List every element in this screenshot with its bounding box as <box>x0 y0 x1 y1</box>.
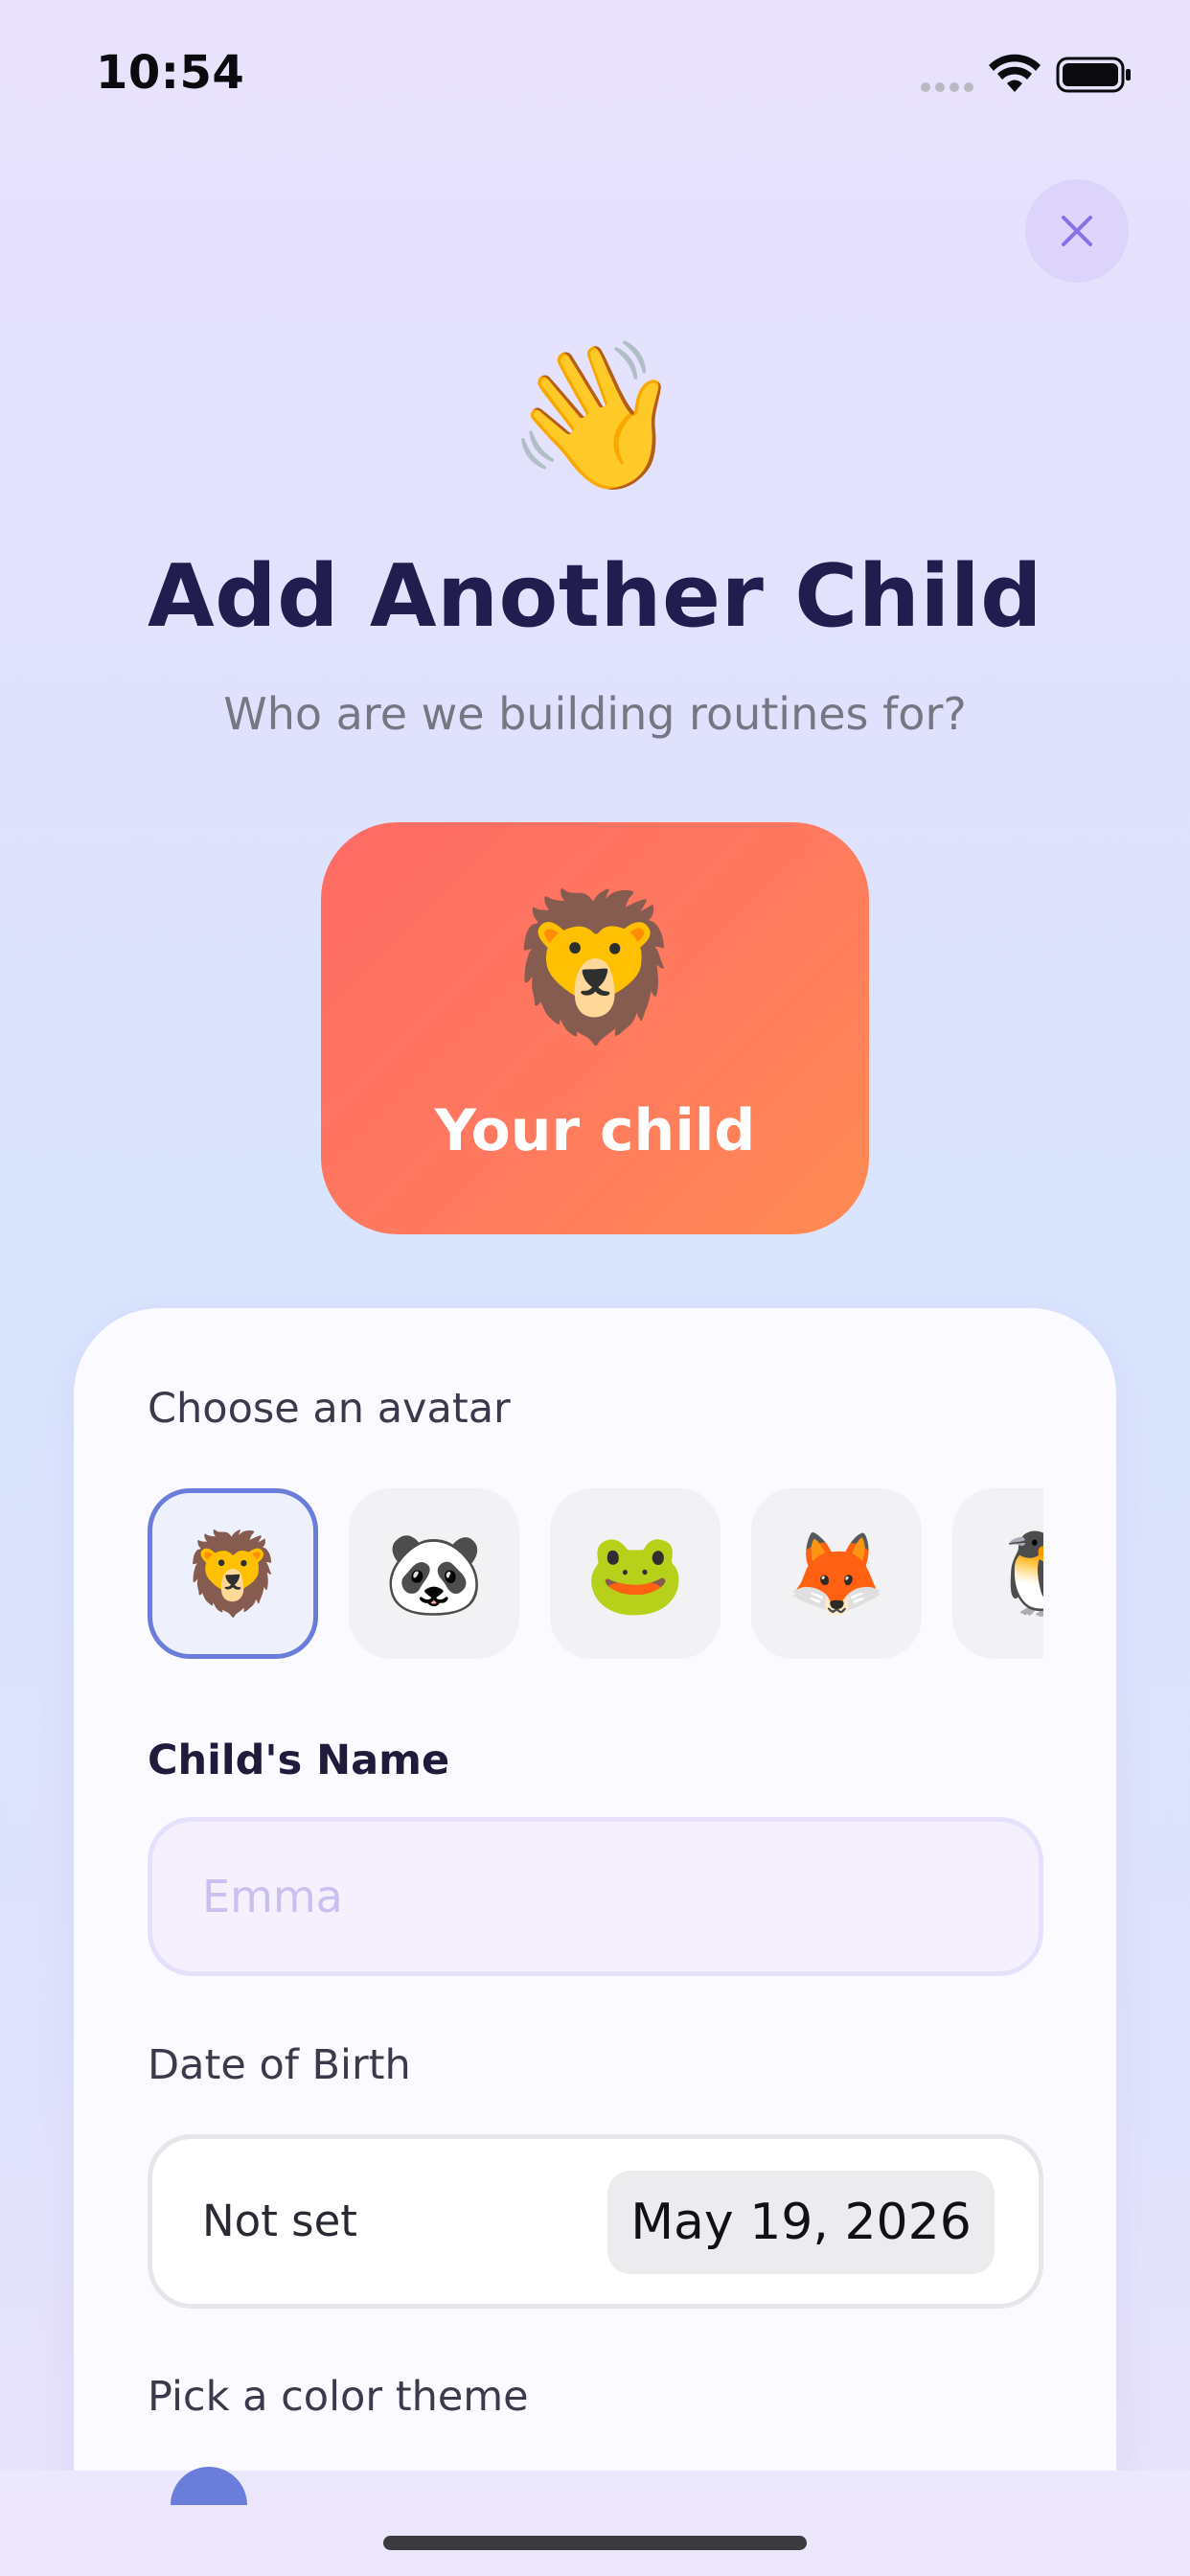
fox-icon: 🦊 <box>786 1526 887 1621</box>
frog-icon: 🐸 <box>584 1526 686 1621</box>
status-time: 10:54 <box>96 46 245 100</box>
avatar-option-panda[interactable]: 🐼 <box>349 1488 519 1659</box>
battery-icon <box>1056 57 1131 93</box>
child-name-input[interactable] <box>148 1817 1043 1976</box>
date-picker-button[interactable]: May 19, 2026 <box>607 2171 995 2274</box>
status-bar: 10:54 <box>0 0 1190 153</box>
avatar-picker[interactable]: 🦁 🐼 🐸 🦊 🐧 <box>148 1488 1043 1661</box>
date-of-birth-field[interactable]: Not set May 19, 2026 <box>148 2134 1043 2309</box>
avatar-section-label: Choose an avatar <box>148 1385 511 1433</box>
avatar-option-fox[interactable]: 🦊 <box>751 1488 922 1659</box>
lion-icon: 🦁 <box>182 1526 284 1621</box>
avatar-option-frog[interactable]: 🐸 <box>550 1488 721 1659</box>
avatar-option-lion[interactable]: 🦁 <box>148 1488 318 1659</box>
preview-child-name: Your child <box>434 1097 756 1164</box>
child-name-label: Child's Name <box>148 1736 450 1784</box>
close-icon <box>1062 216 1092 246</box>
avatar-option-penguin[interactable]: 🐧 <box>952 1488 1043 1659</box>
date-of-birth-status: Not set <box>202 2196 357 2246</box>
color-theme-label: Pick a color theme <box>148 2373 529 2421</box>
panda-icon: 🐼 <box>383 1526 485 1621</box>
child-preview-card: 🦁 <box>321 822 869 1234</box>
wifi-icon <box>989 54 1041 92</box>
preview-avatar-icon: 🦁 <box>505 885 685 1051</box>
page-subtitle: Who are we building routines for? <box>223 688 967 740</box>
date-of-birth-label: Date of Birth <box>148 2041 411 2089</box>
penguin-icon: 🐧 <box>987 1526 1043 1621</box>
page-title: Add Another Child <box>148 546 1042 647</box>
waving-hand-icon: 👋 <box>505 334 685 500</box>
close-button[interactable] <box>1025 179 1129 283</box>
home-indicator <box>383 2536 807 2550</box>
cellular-signal-icon <box>921 82 973 92</box>
